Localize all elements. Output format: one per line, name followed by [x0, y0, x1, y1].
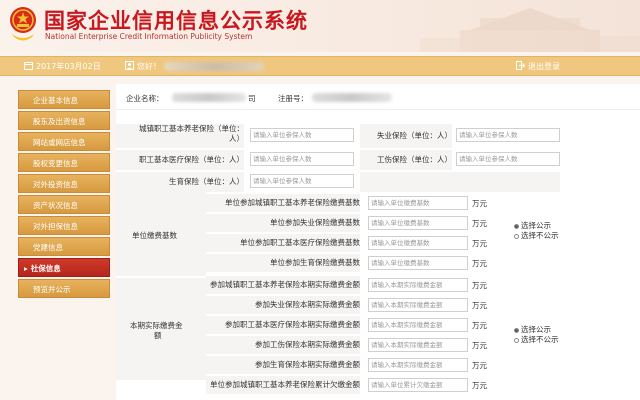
- base-unemployment-label: 单位参加失业保险缴费基数: [206, 214, 360, 232]
- pension-count-label: 城镇职工基本养老保险（单位：: [139, 124, 244, 133]
- paid-pension-label: 参加城镇职工基本养老保险本期实际缴费金额: [206, 276, 360, 294]
- date-text: 2017年03月02日: [36, 62, 101, 71]
- paid-unemployment-label: 参加失业保险本期实际缴费金额: [206, 296, 360, 314]
- sidebar-item-equity-change[interactable]: 股权变更信息: [18, 153, 110, 172]
- base-pension-input[interactable]: 请输入单位缴费基数: [368, 196, 468, 210]
- paid-medical-label: 参加职工基本医疗保险本期实际缴费金额: [206, 316, 360, 334]
- maternity-count-label: 生育保险（单位：人）: [116, 172, 244, 192]
- site-header: 国家企业信用信息公示系统 National Enterprise Credit …: [0, 0, 640, 52]
- maternity-count-input[interactable]: 请输入单位参保人数: [250, 174, 354, 188]
- paid-radio-private[interactable]: 选择不公示: [514, 334, 559, 345]
- national-emblem-icon: [10, 7, 36, 41]
- pension-count-label-cell: 城镇职工基本养老保险（单位： 人）: [116, 124, 244, 148]
- user-icon: [125, 61, 134, 72]
- sidebar-nav: 企业基本信息 股东及出资信息 网站或网店信息 股权变更信息 对外投资信息 资产状…: [18, 90, 110, 300]
- paid-injury-unit: 万元: [472, 341, 487, 350]
- company-name-suffix: 司: [248, 94, 256, 103]
- base-group-label: 单位缴费基数: [132, 231, 177, 240]
- background-building-graphic: [420, 8, 640, 52]
- base-unemployment-unit: 万元: [472, 219, 487, 228]
- sidebar-item-investment[interactable]: 对外投资信息: [18, 174, 110, 193]
- logout-button[interactable]: 退出登录: [516, 61, 560, 72]
- paid-radio-private-label: 选择不公示: [521, 335, 559, 344]
- paid-unemployment-unit: 万元: [472, 301, 487, 310]
- base-maternity-input[interactable]: 请输入单位缴费基数: [368, 256, 468, 270]
- injury-count-label: 工伤保险（单位：人）: [360, 150, 452, 170]
- redacted-company-name: [163, 62, 264, 71]
- paid-medical-input[interactable]: 请输入本期实际缴费金额: [368, 318, 468, 332]
- paid-unemployment-input[interactable]: 请输入本期实际缴费金额: [368, 298, 468, 312]
- unemployment-count-input[interactable]: 请输入单位参保人数: [456, 128, 560, 142]
- arrears-pension-input[interactable]: 请输入单位累计欠缴金额: [368, 378, 468, 392]
- main-content: 企业名称： 司 注册号： 城镇职工基本养老保险（单位： 人） 请输入单位参保人数…: [116, 84, 640, 400]
- sidebar-item-social-security[interactable]: 社保信息: [18, 258, 110, 277]
- pension-count-label-unit: 人）: [229, 134, 244, 143]
- paid-injury-label: 参加工伤保险本期实际缴费金额: [206, 336, 360, 354]
- paid-maternity-label: 参加生育保险本期实际缴费金额: [206, 356, 360, 374]
- sidebar-item-basic-info[interactable]: 企业基本信息: [18, 90, 110, 109]
- logout-label: 退出登录: [528, 62, 560, 71]
- date-display: 2017年03月02日: [24, 61, 101, 72]
- pension-count-input[interactable]: 请输入单位参保人数: [250, 128, 354, 142]
- base-radio-private[interactable]: 选择不公示: [514, 230, 559, 241]
- greeting-text: 您好！: [137, 62, 161, 71]
- sidebar-item-party[interactable]: 党建信息: [18, 237, 110, 256]
- base-medical-label: 单位参加职工基本医疗保险缴费基数: [206, 234, 360, 252]
- base-medical-input[interactable]: 请输入单位缴费基数: [368, 236, 468, 250]
- company-info-row: 企业名称： 司 注册号：: [116, 84, 640, 110]
- company-name-label: 企业名称：: [126, 94, 164, 103]
- sidebar-item-website[interactable]: 网站或网店信息: [18, 132, 110, 151]
- base-unemployment-input[interactable]: 请输入单位缴费基数: [368, 216, 468, 230]
- empty-cell: [360, 172, 560, 192]
- logout-icon: [516, 61, 526, 72]
- base-radio-private-label: 选择不公示: [521, 231, 559, 240]
- medical-count-input[interactable]: 请输入单位参保人数: [250, 152, 354, 166]
- arrears-pension-unit: 万元: [472, 381, 487, 390]
- base-maternity-unit: 万元: [472, 259, 487, 268]
- sidebar-item-assets[interactable]: 资产状况信息: [18, 195, 110, 214]
- redacted-company-name: [172, 93, 246, 102]
- sidebar-item-shareholders[interactable]: 股东及出资信息: [18, 111, 110, 130]
- site-subtitle: National Enterprise Credit Information P…: [45, 32, 253, 41]
- base-maternity-label: 单位参加生育保险缴费基数: [206, 254, 360, 272]
- base-radio-public-label: 选择公示: [521, 221, 551, 230]
- user-info-bar: 2017年03月02日 您好！ 退出登录: [0, 56, 640, 76]
- paid-maternity-input[interactable]: 请输入本期实际缴费金额: [368, 358, 468, 372]
- site-title: 国家企业信用信息公示系统: [44, 9, 308, 33]
- paid-injury-input[interactable]: 请输入本期实际缴费金额: [368, 338, 468, 352]
- paid-group-label-2: 额: [154, 331, 162, 340]
- paid-maternity-unit: 万元: [472, 361, 487, 370]
- radio-selected-icon: [514, 327, 519, 333]
- paid-pension-input[interactable]: 请输入本期实际缴费金额: [368, 278, 468, 292]
- injury-count-input[interactable]: 请输入单位参保人数: [456, 152, 560, 166]
- radio-icon: [514, 337, 519, 343]
- base-pension-unit: 万元: [472, 199, 487, 208]
- greeting: 您好！: [125, 61, 264, 72]
- paid-medical-unit: 万元: [472, 321, 487, 330]
- arrears-pension-label: 单位参加城镇职工基本养老保险累计欠缴金额: [206, 376, 360, 394]
- paid-pension-unit: 万元: [472, 281, 487, 290]
- calendar-icon: [24, 61, 33, 72]
- medical-count-label: 职工基本医疗保险（单位：人）: [116, 150, 244, 170]
- unemployment-count-label: 失业保险（单位：人）: [360, 124, 452, 148]
- paid-radio-public-label: 选择公示: [521, 325, 551, 334]
- base-pension-label: 单位参加城镇职工基本养老保险缴费基数: [206, 194, 360, 212]
- sidebar-item-preview[interactable]: 预览并公示: [18, 279, 110, 298]
- redacted-reg-number: [312, 93, 392, 102]
- reg-number-label: 注册号：: [278, 94, 308, 103]
- base-medical-unit: 万元: [472, 239, 487, 248]
- radio-icon: [514, 233, 519, 239]
- radio-selected-icon: [514, 223, 519, 229]
- sidebar-item-guarantee[interactable]: 对外担保信息: [18, 216, 110, 235]
